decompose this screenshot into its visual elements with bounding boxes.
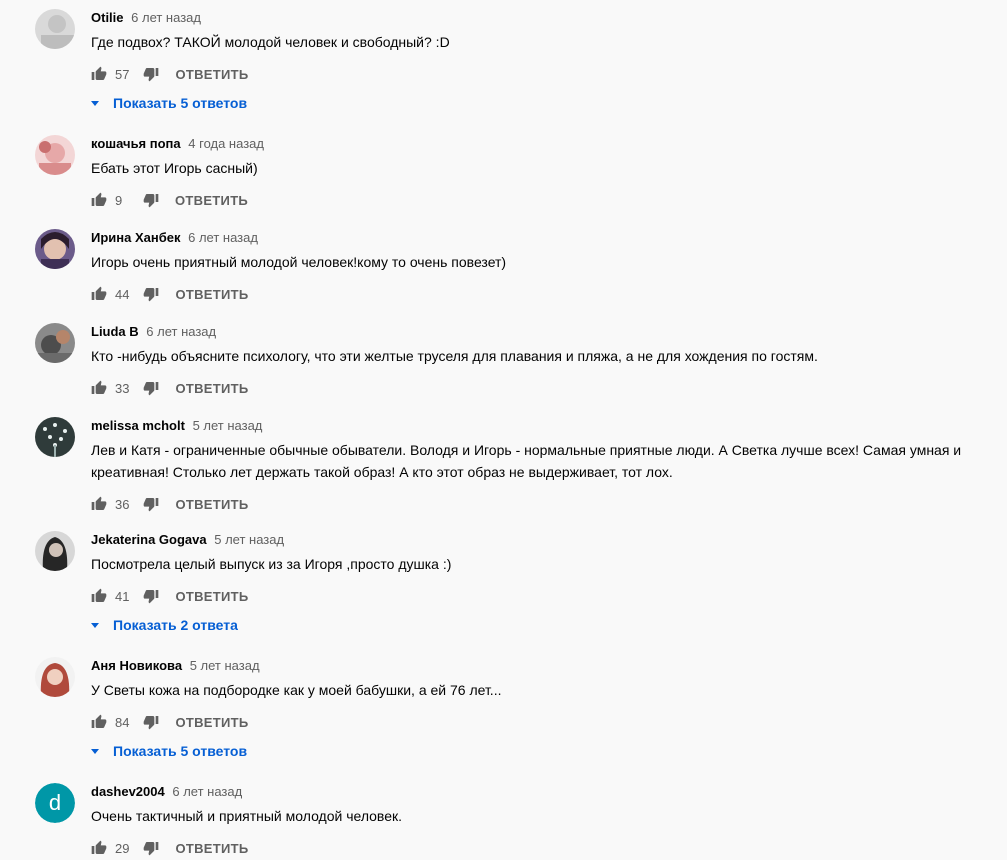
reply-button[interactable]: ОТВЕТИТЬ	[175, 287, 248, 302]
thumbs-down-icon[interactable]	[143, 380, 159, 396]
thumbs-down-icon[interactable]	[143, 714, 159, 730]
show-replies-label: Показать 5 ответов	[113, 95, 248, 111]
comment-timestamp[interactable]: 6 лет назад	[131, 10, 201, 25]
caret-down-icon	[91, 100, 99, 106]
caret-down-icon	[91, 622, 99, 628]
show-replies-button[interactable]: Показать 5 ответов	[89, 91, 987, 115]
comment-text: Лев и Катя - ограниченные обычные обыват…	[91, 442, 962, 480]
like-count: 44	[115, 286, 130, 302]
like-count: 36	[115, 496, 130, 512]
like-count: 57	[115, 66, 130, 82]
comment-text: Игорь очень приятный молодой человек!ком…	[91, 254, 507, 270]
avatar[interactable]	[35, 135, 75, 175]
thumbs-down-icon[interactable]	[143, 840, 159, 856]
author-name[interactable]: Otilie	[91, 10, 124, 25]
author-name[interactable]: Ирина Ханбек	[91, 230, 181, 245]
comments-section: Otilie 6 лет назад Где подвох? ТАКОЙ мол…	[0, 0, 1007, 860]
thumbs-up-icon[interactable]	[91, 714, 107, 730]
reply-button[interactable]: ОТВЕТИТЬ	[175, 497, 248, 512]
comment-timestamp[interactable]: 6 лет назад	[146, 324, 216, 339]
comment-text: Посмотрела целый выпуск из за Игоря ,про…	[91, 556, 452, 572]
comment-text: Ебать этот Игорь сасный)	[91, 160, 258, 176]
show-replies-button[interactable]: Показать 5 ответов	[89, 739, 987, 763]
reply-button[interactable]: ОТВЕТИТЬ	[175, 589, 248, 604]
thumbs-up-icon[interactable]	[91, 496, 107, 512]
thumbs-up-icon[interactable]	[91, 840, 107, 856]
author-name[interactable]: Аня Новикова	[91, 658, 182, 673]
thumbs-down-icon[interactable]	[143, 496, 159, 512]
thumbs-up-icon[interactable]	[91, 66, 107, 82]
reply-button[interactable]: ОТВЕТИТЬ	[175, 715, 248, 730]
thumbs-up-icon[interactable]	[91, 380, 107, 396]
avatar[interactable]	[35, 417, 75, 457]
reply-button[interactable]: ОТВЕТИТЬ	[175, 193, 248, 208]
author-name[interactable]: melissa mcholt	[91, 418, 185, 433]
show-replies-button[interactable]: Показать 2 ответа	[89, 613, 987, 637]
author-name[interactable]: Jekaterina Gogava	[91, 532, 207, 547]
avatar[interactable]	[35, 531, 75, 571]
avatar-letter: d	[35, 783, 75, 823]
author-name[interactable]: Liuda B	[91, 324, 139, 339]
avatar[interactable]	[35, 9, 75, 49]
reply-button[interactable]: ОТВЕТИТЬ	[175, 381, 248, 396]
show-replies-label: Показать 2 ответа	[113, 617, 238, 633]
show-replies-label: Показать 5 ответов	[113, 743, 248, 759]
comment-timestamp[interactable]: 5 лет назад	[214, 532, 284, 547]
reply-button[interactable]: ОТВЕТИТЬ	[175, 841, 248, 856]
author-name[interactable]: dashev2004	[91, 784, 165, 799]
thumbs-up-icon[interactable]	[91, 286, 107, 302]
comment-text: Очень тактичный и приятный молодой челов…	[91, 808, 403, 824]
like-count: 41	[115, 588, 130, 604]
comment-timestamp[interactable]: 6 лет назад	[188, 230, 258, 245]
caret-down-icon	[91, 748, 99, 754]
avatar[interactable]: d	[35, 783, 75, 823]
like-count: 29	[115, 840, 130, 856]
comment-timestamp[interactable]: 6 лет назад	[172, 784, 242, 799]
like-count: 84	[115, 714, 130, 730]
comment-timestamp[interactable]: 5 лет назад	[193, 418, 263, 433]
thumbs-down-icon[interactable]	[143, 192, 159, 208]
like-count: 9	[115, 192, 123, 208]
thumbs-down-icon[interactable]	[143, 286, 159, 302]
comment-text: У Светы кожа на подбородке как у моей ба…	[91, 682, 502, 698]
avatar[interactable]	[35, 657, 75, 697]
thumbs-up-icon[interactable]	[91, 192, 107, 208]
comment-timestamp[interactable]: 5 лет назад	[190, 658, 260, 673]
thumbs-up-icon[interactable]	[91, 588, 107, 604]
comment-text: Где подвох? ТАКОЙ молодой человек и своб…	[91, 34, 450, 50]
like-count: 33	[115, 380, 130, 396]
comment-text: Кто -нибудь объясните психологу, что эти…	[91, 348, 818, 364]
thumbs-down-icon[interactable]	[143, 66, 159, 82]
reply-button[interactable]: ОТВЕТИТЬ	[175, 67, 248, 82]
avatar[interactable]	[35, 323, 75, 363]
avatar[interactable]	[35, 229, 75, 269]
thumbs-down-icon[interactable]	[143, 588, 159, 604]
comment-timestamp[interactable]: 4 года назад	[188, 136, 264, 151]
author-name[interactable]: кошачья попа	[91, 136, 181, 151]
